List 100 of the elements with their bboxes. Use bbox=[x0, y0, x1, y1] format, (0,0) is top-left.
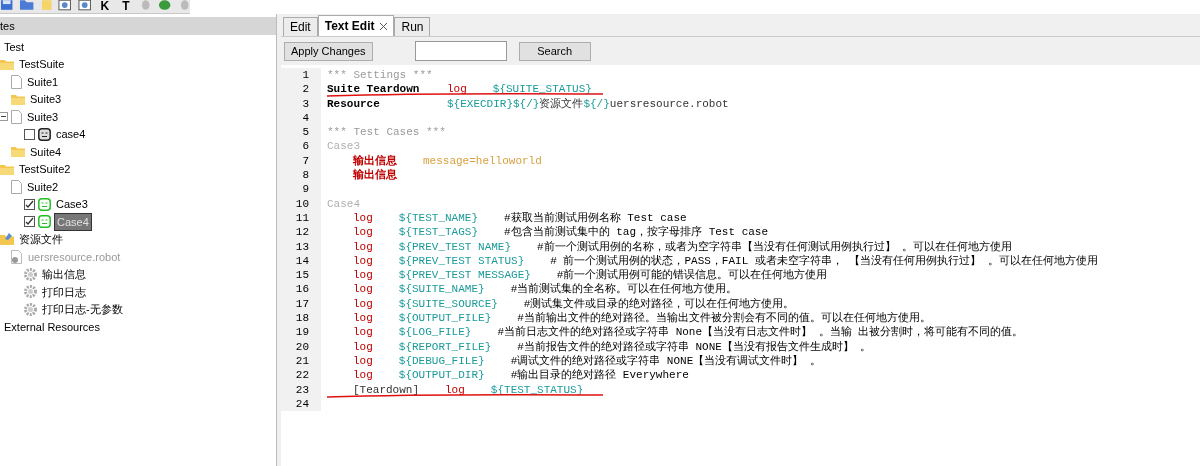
document-icon[interactable] bbox=[58, 0, 72, 11]
keyword-name: log bbox=[353, 325, 373, 340]
argument: message=helloworld bbox=[423, 153, 542, 169]
test-case-name: Case3 bbox=[327, 139, 360, 154]
tree-item[interactable]: TestSuite2 bbox=[17, 161, 73, 178]
folder-icon[interactable] bbox=[19, 0, 35, 11]
line-number: 9 bbox=[281, 182, 321, 197]
search-field[interactable] bbox=[414, 41, 507, 61]
line-number: 22 bbox=[281, 368, 321, 383]
setting-name: Resource bbox=[327, 96, 380, 111]
tree-item[interactable]: External Resources bbox=[2, 318, 102, 335]
tree-item[interactable]: 打印日志-无参数 bbox=[40, 301, 125, 318]
bug-icon[interactable] bbox=[157, 0, 173, 11]
close-icon[interactable] bbox=[380, 22, 388, 30]
variable: ${EXECDIR} bbox=[447, 96, 513, 111]
variable: ${PREV_TEST MESSAGE} bbox=[398, 268, 531, 283]
variable: ${OUTPUT_FILE} bbox=[398, 311, 492, 326]
line-number: 16 bbox=[281, 282, 321, 297]
tree-item[interactable]: Suite2 bbox=[25, 178, 61, 195]
folder-icon bbox=[0, 163, 14, 175]
variable: ${PREV_TEST NAME} bbox=[398, 239, 512, 254]
gear-icon bbox=[24, 302, 37, 316]
variable: ${TEST_STATUS} bbox=[490, 382, 584, 397]
folder-icon bbox=[11, 93, 25, 105]
line-number: 1 bbox=[281, 68, 321, 83]
code-comment: # 前一个测试用例的状态，PASS，FAIL 或者未空字符串， 【当没有任何用例执行过】 。可以在任何地方使用 bbox=[550, 253, 1099, 269]
keyword-name: log bbox=[353, 353, 373, 369]
keyword-name: log bbox=[353, 368, 373, 383]
checkbox[interactable] bbox=[24, 198, 35, 210]
code-comment: #包含当前测试集中的 tag，按字母排序 Test case bbox=[504, 225, 769, 240]
keyword-name: log bbox=[353, 311, 373, 326]
variable: ${OUTPUT_DIR} bbox=[398, 368, 485, 383]
variable: ${SUITE_SOURCE} bbox=[398, 296, 498, 312]
variable: ${TEST_TAGS} bbox=[398, 225, 479, 240]
code-text: 资源文件 bbox=[539, 96, 584, 111]
keyword-name: log bbox=[353, 239, 373, 254]
keyword-name: log bbox=[445, 382, 465, 397]
keyword-name: log bbox=[353, 339, 373, 354]
tree-item[interactable]: case4 bbox=[54, 126, 88, 143]
keyword-name: log bbox=[353, 253, 373, 269]
code-comment: #前一个测试用例可能的错误信息。可以在任何地方使用 bbox=[556, 268, 828, 283]
line-number: 6 bbox=[281, 139, 321, 154]
tree-item[interactable]: Test bbox=[2, 38, 27, 55]
variable: ${REPORT_FILE} bbox=[398, 339, 492, 354]
apply-changes-button[interactable]: Apply Changes bbox=[284, 41, 373, 61]
code-comment: #调试文件的绝对路径或字符串 NONE【当没有调试文件时】 。 bbox=[510, 353, 821, 369]
code-editor[interactable] bbox=[281, 65, 1200, 466]
tree-item[interactable]: 打印日志 bbox=[40, 283, 88, 300]
section-header: *** Test Cases *** bbox=[327, 125, 446, 140]
line-number: 18 bbox=[281, 311, 321, 326]
file-icon bbox=[11, 74, 22, 89]
panel-header: tes bbox=[0, 17, 276, 35]
variable: ${LOG_FILE} bbox=[398, 325, 472, 340]
code-comment: #当前日志文件的绝对路径或字符串 None【当没有日志文件时】 。当输 出被分割时，将可能有不同的值。 bbox=[497, 325, 1024, 340]
code-comment: #当前测试集的全名称。可以在任何地方使用。 bbox=[510, 282, 738, 297]
tab[interactable]: Edit bbox=[283, 17, 318, 36]
toolbar-button[interactable]: T bbox=[118, 0, 134, 12]
tree-item[interactable]: TestSuite bbox=[17, 56, 67, 73]
line-number: 19 bbox=[281, 325, 321, 340]
line-number: 2 bbox=[281, 82, 321, 97]
setting-name: Suite Teardown bbox=[327, 82, 420, 97]
document-icon[interactable] bbox=[77, 0, 92, 11]
tree-item[interactable]: Suite4 bbox=[28, 143, 64, 160]
save-icon[interactable] bbox=[0, 0, 14, 11]
gear-icon bbox=[24, 267, 37, 281]
variable: ${DEBUG_FILE} bbox=[398, 353, 485, 369]
code-comment: #当前报告文件的绝对路径或字符串 NONE【当没有报告文件生成时】 。 bbox=[517, 339, 872, 354]
code-comment: #获取当前测试用例名称 Test case bbox=[504, 210, 687, 226]
code-comment: #前一个测试用例的名称，或者为空字符串【当没有任何测试用例执行过】 。可以在任何地方使用 bbox=[537, 239, 1013, 254]
tree-item[interactable]: 资源文件 bbox=[17, 231, 65, 248]
tree-item[interactable]: Suite1 bbox=[25, 73, 61, 90]
checkbox[interactable] bbox=[24, 128, 35, 140]
variable: ${SUITE_STATUS} bbox=[492, 82, 592, 97]
line-number: 5 bbox=[281, 125, 321, 140]
keyword-name: log bbox=[447, 82, 467, 97]
keyword-name: log bbox=[353, 210, 373, 226]
tree-item[interactable]: 输出信息 bbox=[40, 266, 88, 283]
checkbox[interactable] bbox=[24, 216, 35, 228]
keyword-name: log bbox=[353, 268, 373, 283]
tree-item[interactable]: Case3 bbox=[54, 196, 90, 213]
code-comment: #测试集文件或目录的绝对路径，可以在任何地方使用。 bbox=[523, 296, 795, 312]
file-icon bbox=[11, 109, 22, 124]
variable: ${PREV_TEST STATUS} bbox=[398, 253, 525, 269]
search-button[interactable]: Search bbox=[518, 41, 591, 61]
code-comment: #当前输出文件的绝对路径。当输出文件被分割会有不同的值。可以在任何地方使用。 bbox=[517, 311, 931, 326]
tab[interactable]: Text Edit bbox=[317, 15, 395, 36]
tree-item[interactable]: Suite3 bbox=[28, 91, 64, 108]
line-number: 8 bbox=[281, 168, 321, 183]
tree-item[interactable]: Suite3 bbox=[25, 108, 61, 125]
variable: ${/} bbox=[513, 96, 540, 111]
keyword-name: 输出信息 bbox=[353, 153, 397, 168]
tab[interactable]: Run bbox=[394, 17, 431, 36]
keyword-name: log bbox=[353, 225, 373, 240]
resource-folder-icon bbox=[0, 233, 14, 246]
collapse-toggle[interactable] bbox=[0, 112, 8, 122]
folder-icon bbox=[11, 146, 25, 158]
keyword-name: log bbox=[353, 282, 373, 297]
toolbar-button[interactable]: K bbox=[97, 0, 113, 12]
variable: ${SUITE_NAME} bbox=[398, 282, 485, 297]
keyword-name: 输出信息 bbox=[353, 168, 397, 183]
